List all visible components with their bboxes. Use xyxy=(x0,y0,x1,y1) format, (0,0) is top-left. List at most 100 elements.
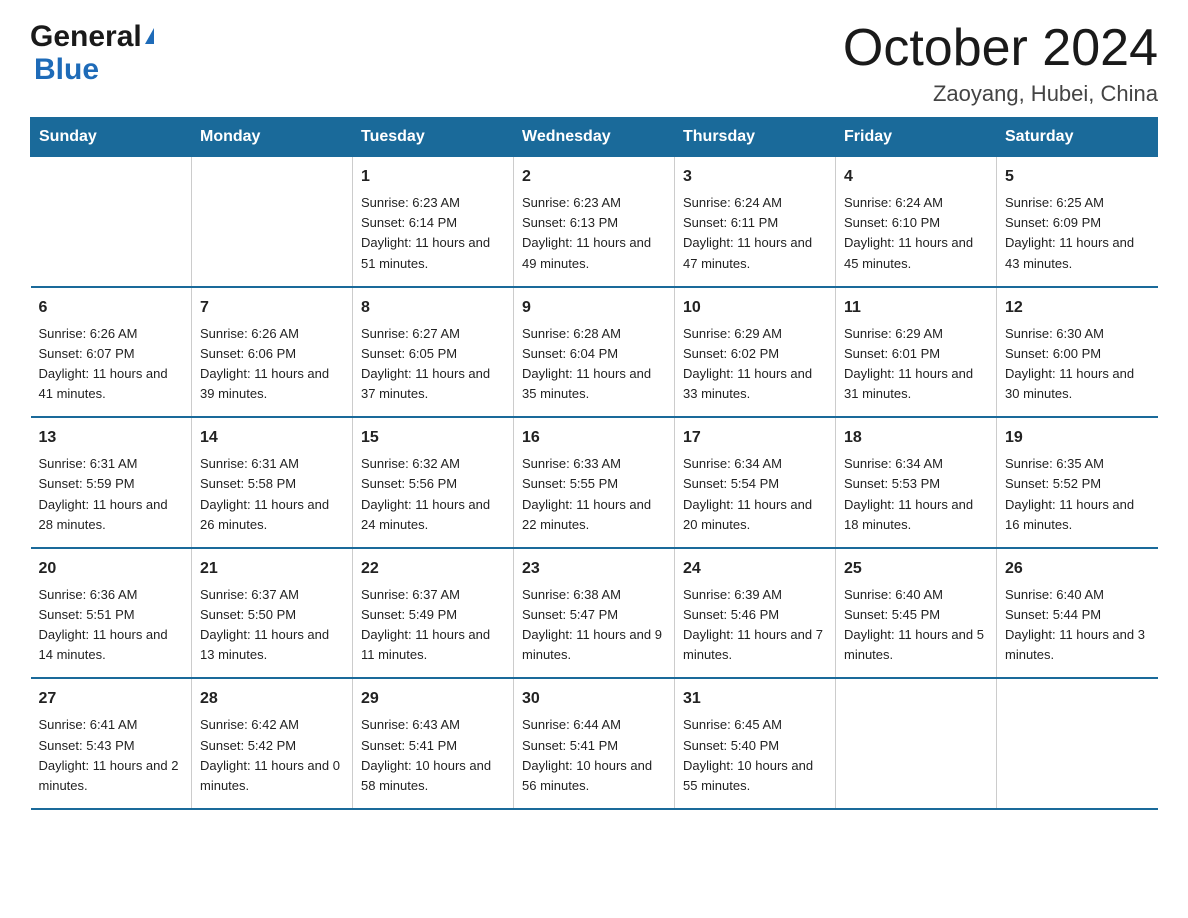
day-info: Sunrise: 6:30 AMSunset: 6:00 PMDaylight:… xyxy=(1005,324,1150,405)
calendar-week-row: 1Sunrise: 6:23 AMSunset: 6:14 PMDaylight… xyxy=(31,157,1158,287)
logo-triangle-icon xyxy=(145,28,154,44)
calendar-day-cell: 20 Sunrise: 6:36 AMSunset: 5:51 PMDayligh… xyxy=(31,548,192,679)
day-info: Sunrise: 6:29 AMSunset: 6:01 PMDaylight:… xyxy=(844,324,988,405)
day-info: Sunrise: 6:32 AMSunset: 5:56 PMDaylight:… xyxy=(361,454,505,535)
calendar-day-cell: 12 Sunrise: 6:30 AMSunset: 6:00 PMDayligh… xyxy=(997,287,1158,418)
calendar-day-cell: 13Sunrise: 6:31 AMSunset: 5:59 PMDayligh… xyxy=(31,417,192,548)
calendar-day-cell: 19Sunrise: 6:35 AMSunset: 5:52 PMDayligh… xyxy=(997,417,1158,548)
day-info: Sunrise: 6:43 AMSunset: 5:41 PMDaylight:… xyxy=(361,715,505,796)
day-number: 17 xyxy=(683,426,827,450)
day-info: Sunrise: 6:40 AMSunset: 5:45 PMDaylight:… xyxy=(844,585,988,666)
day-info: Sunrise: 6:37 AMSunset: 5:49 PMDaylight:… xyxy=(361,585,505,666)
calendar-day-cell: 18 Sunrise: 6:34 AMSunset: 5:53 PMDayligh… xyxy=(836,417,997,548)
day-number: 4 xyxy=(844,165,988,189)
day-number: 20 xyxy=(39,557,184,581)
day-number: 23 xyxy=(522,557,666,581)
day-info: Sunrise: 6:24 AMSunset: 6:11 PMDaylight:… xyxy=(683,193,827,274)
calendar-day-cell xyxy=(31,157,192,287)
calendar-day-header: Monday xyxy=(192,118,353,157)
day-number: 21 xyxy=(200,557,344,581)
calendar-day-cell: 21Sunrise: 6:37 AMSunset: 5:50 PMDayligh… xyxy=(192,548,353,679)
calendar-day-cell: 16 Sunrise: 6:33 AMSunset: 5:55 PMDayligh… xyxy=(514,417,675,548)
page-header: General Blue October 2024 Zaoyang, Hubei… xyxy=(30,20,1158,107)
day-number: 8 xyxy=(361,296,505,320)
calendar-day-cell: 3Sunrise: 6:24 AMSunset: 6:11 PMDaylight… xyxy=(675,157,836,287)
calendar-day-cell: 31 Sunrise: 6:45 AMSunset: 5:40 PMDayligh… xyxy=(675,678,836,809)
calendar-day-header: Wednesday xyxy=(514,118,675,157)
calendar-day-header: Sunday xyxy=(31,118,192,157)
day-number: 10 xyxy=(683,296,827,320)
day-number: 15 xyxy=(361,426,505,450)
calendar-day-cell: 15 Sunrise: 6:32 AMSunset: 5:56 PMDayligh… xyxy=(353,417,514,548)
calendar-day-cell: 17 Sunrise: 6:34 AMSunset: 5:54 PMDayligh… xyxy=(675,417,836,548)
calendar-day-header: Friday xyxy=(836,118,997,157)
day-number: 22 xyxy=(361,557,505,581)
day-number: 26 xyxy=(1005,557,1150,581)
day-number: 18 xyxy=(844,426,988,450)
day-info: Sunrise: 6:33 AMSunset: 5:55 PMDaylight:… xyxy=(522,454,666,535)
calendar-table: SundayMondayTuesdayWednesdayThursdayFrid… xyxy=(30,117,1158,810)
calendar-day-header: Saturday xyxy=(997,118,1158,157)
day-number: 9 xyxy=(522,296,666,320)
calendar-header-row: SundayMondayTuesdayWednesdayThursdayFrid… xyxy=(31,118,1158,157)
day-number: 24 xyxy=(683,557,827,581)
day-number: 27 xyxy=(39,687,184,711)
logo-blue: Blue xyxy=(34,53,99,86)
day-info: Sunrise: 6:38 AMSunset: 5:47 PMDaylight:… xyxy=(522,585,666,666)
day-number: 28 xyxy=(200,687,344,711)
day-info: Sunrise: 6:31 AMSunset: 5:58 PMDaylight:… xyxy=(200,454,344,535)
calendar-day-cell: 27Sunrise: 6:41 AMSunset: 5:43 PMDayligh… xyxy=(31,678,192,809)
day-number: 25 xyxy=(844,557,988,581)
calendar-day-cell: 30 Sunrise: 6:44 AMSunset: 5:41 PMDayligh… xyxy=(514,678,675,809)
calendar-day-cell: 22 Sunrise: 6:37 AMSunset: 5:49 PMDayligh… xyxy=(353,548,514,679)
day-number: 11 xyxy=(844,296,988,320)
calendar-day-cell: 10 Sunrise: 6:29 AMSunset: 6:02 PMDayligh… xyxy=(675,287,836,418)
day-info: Sunrise: 6:34 AMSunset: 5:53 PMDaylight:… xyxy=(844,454,988,535)
day-number: 7 xyxy=(200,296,344,320)
calendar-day-cell xyxy=(997,678,1158,809)
day-number: 30 xyxy=(522,687,666,711)
calendar-day-cell: 6 Sunrise: 6:26 AMSunset: 6:07 PMDaylight… xyxy=(31,287,192,418)
day-info: Sunrise: 6:26 AMSunset: 6:07 PMDaylight:… xyxy=(39,324,184,405)
day-info: Sunrise: 6:29 AMSunset: 6:02 PMDaylight:… xyxy=(683,324,827,405)
day-number: 12 xyxy=(1005,296,1150,320)
day-info: Sunrise: 6:34 AMSunset: 5:54 PMDaylight:… xyxy=(683,454,827,535)
logo-general: General xyxy=(30,20,142,53)
day-number: 29 xyxy=(361,687,505,711)
calendar-day-cell: 11 Sunrise: 6:29 AMSunset: 6:01 PMDayligh… xyxy=(836,287,997,418)
day-info: Sunrise: 6:36 AMSunset: 5:51 PMDaylight:… xyxy=(39,585,184,666)
calendar-day-cell: 29 Sunrise: 6:43 AMSunset: 5:41 PMDayligh… xyxy=(353,678,514,809)
calendar-day-header: Tuesday xyxy=(353,118,514,157)
day-info: Sunrise: 6:39 AMSunset: 5:46 PMDaylight:… xyxy=(683,585,827,666)
day-info: Sunrise: 6:42 AMSunset: 5:42 PMDaylight:… xyxy=(200,715,344,796)
day-number: 19 xyxy=(1005,426,1150,450)
calendar-week-row: 20 Sunrise: 6:36 AMSunset: 5:51 PMDayligh… xyxy=(31,548,1158,679)
day-number: 6 xyxy=(39,296,184,320)
day-number: 16 xyxy=(522,426,666,450)
calendar-day-cell: 23 Sunrise: 6:38 AMSunset: 5:47 PMDayligh… xyxy=(514,548,675,679)
calendar-day-cell: 5 Sunrise: 6:25 AMSunset: 6:09 PMDaylight… xyxy=(997,157,1158,287)
day-number: 14 xyxy=(200,426,344,450)
calendar-day-cell: 28 Sunrise: 6:42 AMSunset: 5:42 PMDayligh… xyxy=(192,678,353,809)
title-block: October 2024 Zaoyang, Hubei, China xyxy=(843,20,1158,107)
calendar-day-cell: 4 Sunrise: 6:24 AMSunset: 6:10 PMDaylight… xyxy=(836,157,997,287)
calendar-day-cell: 9 Sunrise: 6:28 AMSunset: 6:04 PMDaylight… xyxy=(514,287,675,418)
day-info: Sunrise: 6:27 AMSunset: 6:05 PMDaylight:… xyxy=(361,324,505,405)
day-info: Sunrise: 6:28 AMSunset: 6:04 PMDaylight:… xyxy=(522,324,666,405)
day-info: Sunrise: 6:44 AMSunset: 5:41 PMDaylight:… xyxy=(522,715,666,796)
day-number: 2 xyxy=(522,165,666,189)
day-info: Sunrise: 6:23 AMSunset: 6:14 PMDaylight:… xyxy=(361,193,505,274)
day-info: Sunrise: 6:31 AMSunset: 5:59 PMDaylight:… xyxy=(39,454,184,535)
day-info: Sunrise: 6:45 AMSunset: 5:40 PMDaylight:… xyxy=(683,715,827,796)
day-number: 5 xyxy=(1005,165,1150,189)
day-number: 31 xyxy=(683,687,827,711)
calendar-day-cell: 8 Sunrise: 6:27 AMSunset: 6:05 PMDaylight… xyxy=(353,287,514,418)
day-info: Sunrise: 6:24 AMSunset: 6:10 PMDaylight:… xyxy=(844,193,988,274)
day-info: Sunrise: 6:25 AMSunset: 6:09 PMDaylight:… xyxy=(1005,193,1150,274)
calendar-day-cell: 7 Sunrise: 6:26 AMSunset: 6:06 PMDaylight… xyxy=(192,287,353,418)
calendar-day-cell xyxy=(836,678,997,809)
day-info: Sunrise: 6:26 AMSunset: 6:06 PMDaylight:… xyxy=(200,324,344,405)
calendar-week-row: 6 Sunrise: 6:26 AMSunset: 6:07 PMDaylight… xyxy=(31,287,1158,418)
location: Zaoyang, Hubei, China xyxy=(843,81,1158,107)
logo: General Blue xyxy=(30,20,154,86)
